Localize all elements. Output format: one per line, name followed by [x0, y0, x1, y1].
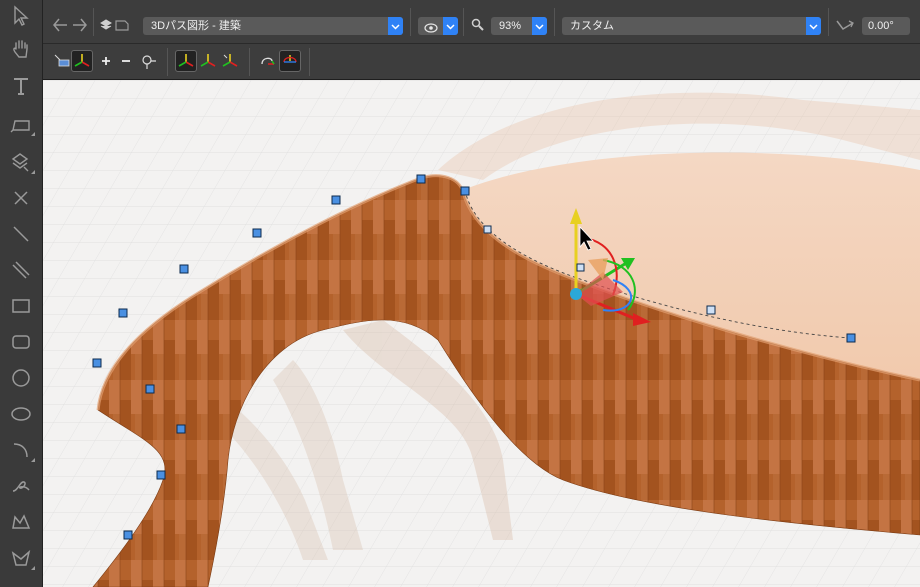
rotate-path-button[interactable]: [257, 50, 279, 72]
circle-tool-icon[interactable]: [6, 364, 36, 392]
control-point: [252, 228, 262, 238]
tool-palette: [0, 0, 43, 587]
control-point: [179, 264, 189, 274]
add-object-button[interactable]: [51, 50, 73, 72]
control-point: [416, 174, 426, 184]
control-point: [156, 470, 166, 480]
freehand-tool-icon[interactable]: [6, 472, 36, 500]
chevron-down-icon: [388, 17, 403, 35]
control-point: [460, 186, 470, 196]
back-arrow-icon[interactable]: [51, 16, 69, 34]
ellipse-tool-icon[interactable]: [6, 400, 36, 428]
double-line-tool-icon[interactable]: [6, 256, 36, 284]
x-tool-icon[interactable]: [6, 184, 36, 212]
select-arrow-icon[interactable]: [6, 2, 36, 30]
view-preset-dropdown[interactable]: カスタム: [562, 17, 821, 35]
3d-viewport[interactable]: [43, 80, 920, 587]
view-preset-label: カスタム: [570, 20, 614, 32]
eye-icon: [424, 21, 438, 39]
control-point: [483, 225, 492, 234]
zoom-icon: [471, 18, 485, 32]
control-point: [576, 263, 585, 272]
link-point-button[interactable]: [137, 50, 159, 72]
chevron-down-icon: [806, 17, 821, 35]
control-point: [92, 358, 102, 368]
angle-icon: [835, 17, 855, 33]
control-point: [846, 333, 856, 343]
zoom-value: 93%: [499, 20, 522, 32]
angle-field[interactable]: 0.00°: [862, 17, 910, 35]
control-point: [706, 305, 716, 315]
zoom-dropdown[interactable]: 93%: [491, 17, 547, 35]
rotate-alt-button[interactable]: [279, 50, 301, 72]
control-point: [123, 530, 133, 540]
control-point: [145, 384, 155, 394]
control-point: [118, 308, 128, 318]
angle-value: 0.00°: [868, 20, 894, 32]
path-mode-dropdown[interactable]: 3Dパス図形 - 建築: [143, 17, 403, 35]
page-icon[interactable]: [115, 18, 129, 32]
control-point: [176, 424, 186, 434]
chevron-down-icon: [532, 17, 547, 35]
forward-arrow-icon[interactable]: [71, 16, 89, 34]
shape-tool-icon[interactable]: [6, 110, 36, 138]
arc-tool-icon[interactable]: [6, 436, 36, 464]
layers-icon[interactable]: [100, 19, 112, 31]
rectangle-tool-icon[interactable]: [6, 292, 36, 320]
view-mode-dropdown[interactable]: [418, 17, 458, 35]
gizmo-view-button[interactable]: [219, 50, 241, 72]
chevron-down-icon: [443, 17, 458, 35]
add-point-button[interactable]: [95, 50, 117, 72]
app-window: 3Dパス図形 - 建築 93% カスタム 0.00°: [0, 0, 920, 587]
text-tool-icon[interactable]: [6, 72, 36, 100]
option-bar: 3Dパス図形 - 建築 93% カスタム 0.00°: [43, 0, 920, 44]
3d-scene[interactable]: [43, 80, 920, 587]
polyline-tool-icon[interactable]: [6, 508, 36, 536]
fill-tool-icon[interactable]: [6, 148, 36, 176]
gizmo-local-button[interactable]: [197, 50, 219, 72]
gizmo-global-button[interactable]: [175, 50, 197, 72]
remove-point-button[interactable]: [115, 50, 137, 72]
path-mode-label: 3Dパス図形 - 建築: [151, 20, 241, 32]
rounded-rectangle-tool-icon[interactable]: [6, 328, 36, 356]
tool-options-bar: [43, 44, 920, 80]
pan-hand-icon[interactable]: [6, 34, 36, 62]
axis-mode-button[interactable]: [71, 50, 93, 72]
control-point: [331, 195, 341, 205]
line-tool-icon[interactable]: [6, 220, 36, 248]
3d-shape-tool-icon[interactable]: [6, 544, 36, 572]
